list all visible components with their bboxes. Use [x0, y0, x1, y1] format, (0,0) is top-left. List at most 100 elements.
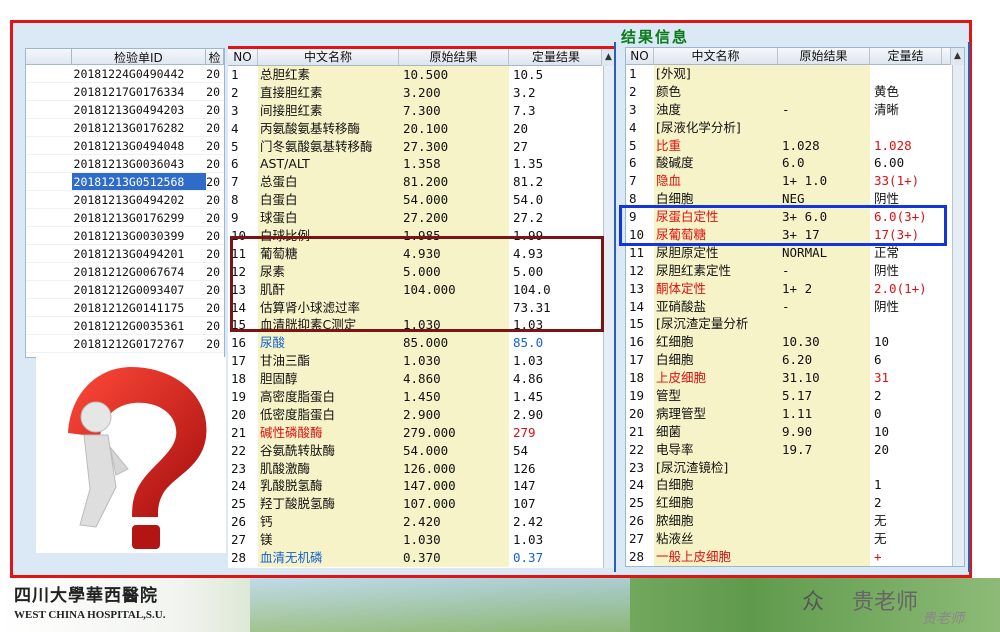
table-row[interactable]: 2 颜色 黄色: [626, 82, 964, 101]
table-row[interactable]: 12 尿胆红素定性 - 阴性: [626, 261, 964, 280]
quant-result: 1.45: [513, 389, 544, 405]
row-number: 26: [231, 514, 247, 530]
table-row[interactable]: 10 尿葡萄糖 3+ 17 17(3+): [626, 226, 964, 244]
row-number: 17: [231, 353, 247, 369]
table-row[interactable]: 28 一般上皮细胞 +: [626, 548, 964, 566]
table-row[interactable]: 21 细菌 9.90 10: [626, 422, 964, 441]
table-row[interactable]: 20181212G0035361 20: [26, 317, 224, 335]
table-row[interactable]: 5 比重 1.028 1.028: [626, 136, 964, 155]
raw-result: 147.000: [399, 477, 509, 496]
table-row[interactable]: 7 隐血 1+ 1.0 33(1+): [626, 172, 964, 191]
table-row[interactable]: 20 病理管型 1.11 0: [626, 404, 964, 423]
table-row[interactable]: 20181212G0067674 20: [26, 263, 224, 281]
table-row[interactable]: 20181212G0172767 20: [26, 335, 224, 353]
order-id-header-extra[interactable]: 检: [206, 49, 224, 65]
col-quant[interactable]: 定量结果: [509, 49, 604, 65]
table-row[interactable]: 20181213G0494048 20: [26, 137, 224, 155]
vertical-scrollbar[interactable]: [603, 66, 615, 568]
table-row[interactable]: 6 AST/ALT 1.358 1.35: [228, 155, 615, 174]
col-quant[interactable]: 定量结: [870, 48, 942, 64]
table-row[interactable]: 8 白蛋白 54.000 54.0: [228, 191, 615, 210]
table-row[interactable]: 21 碱性磷酸酶 279.000 279: [228, 423, 615, 442]
table-row[interactable]: 7 总蛋白 81.200 81.2: [228, 173, 615, 192]
order-id-list[interactable]: 检验单ID 检 20181224G0490442 20 20181217G01763…: [25, 48, 225, 358]
table-row[interactable]: 5 门冬氨酸氨基转移酶 27.300 27: [228, 137, 615, 156]
row-number: 2: [629, 83, 637, 99]
table-row[interactable]: 28 血清无机磷 0.370 0.37: [228, 549, 615, 567]
table-row[interactable]: 3 间接胆红素 7.300 7.3: [228, 101, 615, 120]
table-row[interactable]: 18 上皮细胞 31.10 31: [626, 369, 964, 388]
table-row[interactable]: 16 尿酸 85.000 85.0: [228, 334, 615, 353]
table-row[interactable]: 15 血清胱抑素C测定 1.030 1.03: [228, 316, 615, 335]
table-row[interactable]: 25 红细胞 2: [626, 494, 964, 513]
table-row[interactable]: 27 镁 1.030 1.03: [228, 531, 615, 550]
table-row[interactable]: 20 低密度脂蛋白 2.900 2.90: [228, 405, 615, 424]
table-row[interactable]: 2 直接胆红素 3.200 3.2: [228, 83, 615, 102]
table-row[interactable]: 11 尿胆原定性 NORMAL 正常: [626, 243, 964, 262]
table-row[interactable]: 15 [尿沉渣定量分析: [626, 315, 964, 334]
table-row[interactable]: 13 酮体定性 1+ 2 2.0(1+): [626, 279, 964, 298]
col-name[interactable]: 中文名称: [654, 48, 778, 64]
table-row[interactable]: 4 [尿液化学分析]: [626, 118, 964, 137]
col-raw[interactable]: 原始结果: [399, 49, 509, 65]
table-row[interactable]: 12 尿素 5.000 5.00: [228, 262, 615, 281]
table-row[interactable]: 14 估算肾小球滤过率 73.31: [228, 298, 615, 317]
table-row[interactable]: 20181213G0176282 20: [26, 119, 224, 137]
table-row[interactable]: 9 尿蛋白定性 3+ 6.0 6.0(3+): [626, 208, 964, 227]
col-no[interactable]: NO: [626, 48, 654, 64]
row-number: 20: [231, 406, 247, 422]
table-row[interactable]: 20181213G0036043 20: [26, 155, 224, 173]
table-row[interactable]: 26 钙 2.420 2.42: [228, 513, 615, 532]
table-row[interactable]: 20181213G0176299 20: [26, 209, 224, 227]
table-row[interactable]: 27 粘液丝 无: [626, 530, 964, 549]
table-row[interactable]: 6 酸碱度 6.0 6.00: [626, 154, 964, 173]
table-row[interactable]: 23 [尿沉渣镜检]: [626, 458, 964, 477]
col-raw[interactable]: 原始结果: [778, 48, 870, 64]
raw-result: 1.450: [399, 388, 509, 406]
table-row[interactable]: 10 白球比例 1.985 1.99: [228, 227, 615, 245]
table-row[interactable]: 23 肌酸激酶 126.000 126: [228, 459, 615, 478]
table-row[interactable]: 20181217G0176334 20: [26, 83, 224, 101]
table-row[interactable]: 24 白细胞 1: [626, 476, 964, 495]
table-row[interactable]: 18 胆固醇 4.860 4.86: [228, 370, 615, 389]
quant-result: 3.2: [513, 84, 536, 100]
table-row[interactable]: 20181213G0494203 20: [26, 101, 224, 119]
col-no[interactable]: NO: [228, 49, 258, 65]
table-row[interactable]: 24 乳酸脱氢酶 147.000 147: [228, 477, 615, 496]
table-row[interactable]: 20181212G0093407 20: [26, 281, 224, 299]
table-row[interactable]: 1 总胆红素 10.500 10.5: [228, 66, 615, 84]
quant-result: 阴性: [874, 298, 900, 314]
table-row[interactable]: 4 丙氨酸氨基转移酶 20.100 20: [228, 119, 615, 138]
table-row[interactable]: 9 球蛋白 27.200 27.2: [228, 209, 615, 228]
table-row[interactable]: 16 红细胞 10.30 10: [626, 333, 964, 352]
table-row[interactable]: 17 白细胞 6.20 6: [626, 351, 964, 370]
urine-result-grid[interactable]: NO 中文名称 原始结果 定量结 ▲ 1 [外观] 2 颜色 黄色 3 浊度 - 清晰 4 [尿液化…: [625, 47, 965, 567]
table-row[interactable]: 20181213G0494202 20: [26, 191, 224, 209]
table-row[interactable]: 20181212G0141175 20: [26, 299, 224, 317]
scroll-up-icon[interactable]: ▲: [601, 49, 615, 66]
table-row[interactable]: 1 [外观]: [626, 65, 964, 83]
row-indicator: [26, 209, 72, 226]
order-extra-cell: 20: [206, 193, 221, 207]
table-row[interactable]: 25 羟丁酸脱氢酶 107.000 107: [228, 495, 615, 514]
vertical-scrollbar[interactable]: [952, 65, 964, 566]
table-row[interactable]: 20181213G0512568 20: [26, 173, 224, 191]
table-row[interactable]: 20181224G0490442 20: [26, 65, 224, 83]
order-id-header-id[interactable]: 检验单ID: [72, 49, 207, 65]
table-row[interactable]: 19 高密度脂蛋白 1.450 1.45: [228, 388, 615, 406]
table-row[interactable]: 22 谷氨酰转肽酶 54.000 54: [228, 441, 615, 460]
table-row[interactable]: 19 管型 5.17 2: [626, 387, 964, 405]
table-row[interactable]: 3 浊度 - 清晰: [626, 100, 964, 119]
scroll-up-icon[interactable]: ▲: [950, 48, 964, 65]
table-row[interactable]: 20181213G0494201 20: [26, 245, 224, 263]
table-row[interactable]: 13 肌酐 104.000 104.0: [228, 280, 615, 299]
table-row[interactable]: 26 脓细胞 无: [626, 512, 964, 531]
table-row[interactable]: 8 白细胞 NEG 阴性: [626, 190, 964, 209]
table-row[interactable]: 20181213G0030399 20: [26, 227, 224, 245]
col-name[interactable]: 中文名称: [258, 49, 399, 65]
table-row[interactable]: 22 电导率 19.7 20: [626, 440, 964, 459]
table-row[interactable]: 11 葡萄糖 4.930 4.93: [228, 244, 615, 263]
table-row[interactable]: 17 甘油三酯 1.030 1.03: [228, 352, 615, 371]
table-row[interactable]: 14 亚硝酸盐 - 阴性: [626, 297, 964, 316]
chemistry-result-grid[interactable]: NO 中文名称 原始结果 定量结果 ▲ 1 总胆红素 10.500 10.5 2 直接胆红…: [228, 46, 616, 568]
